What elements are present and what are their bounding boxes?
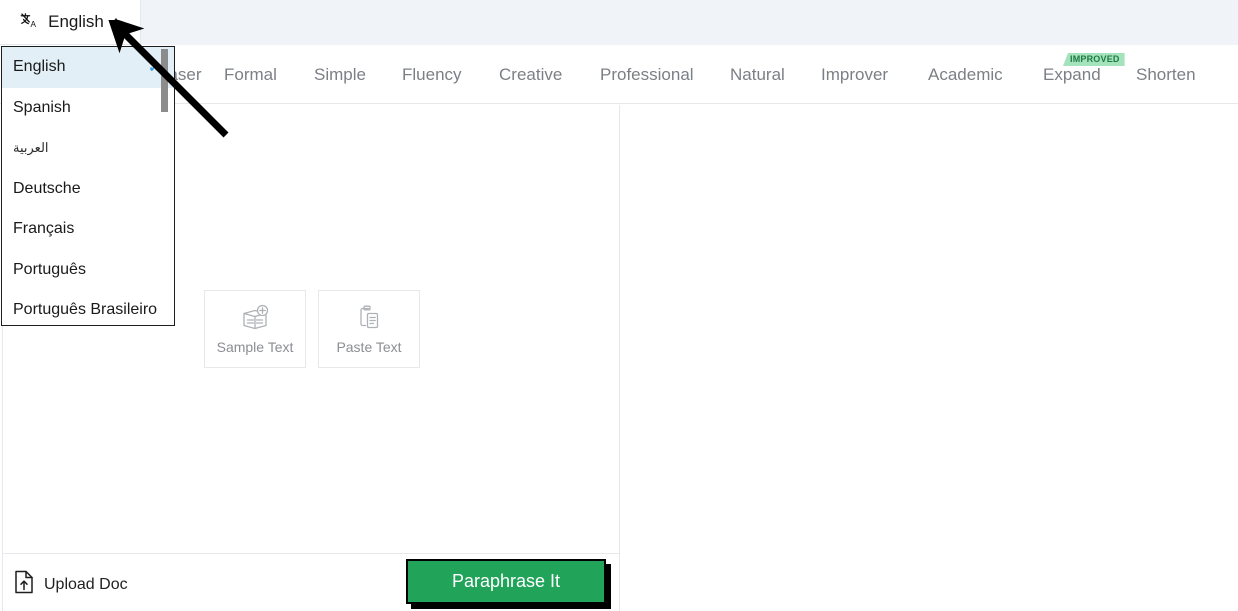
language-selector-label: English xyxy=(48,12,104,31)
clipboard-paste-icon xyxy=(355,304,383,332)
workspace: Sample Text Paste Text Upload Doc Paraph… xyxy=(2,105,1238,611)
language-option-deutsche[interactable]: Deutsche xyxy=(2,169,174,210)
language-dropdown[interactable]: English ✓ Spanish العربية Deutsche Franç… xyxy=(1,46,175,326)
tab-natural[interactable]: Natural xyxy=(730,45,785,104)
tab-improver[interactable]: Improver xyxy=(821,45,888,104)
language-option-label: العربية xyxy=(13,140,49,155)
output-pane[interactable] xyxy=(620,105,1238,611)
tab-simple[interactable]: Simple xyxy=(314,45,366,104)
editor-bottom-bar: Upload Doc Paraphrase It xyxy=(3,553,621,611)
upload-doc-button[interactable]: Upload Doc xyxy=(13,570,128,599)
language-option-arabic[interactable]: العربية xyxy=(2,128,174,169)
tab-academic[interactable]: Academic xyxy=(928,45,1003,104)
improved-badge: IMPROVED xyxy=(1063,53,1125,66)
language-option-spanish[interactable]: Spanish xyxy=(2,88,174,129)
check-icon: ✓ xyxy=(148,59,160,75)
svg-text:A: A xyxy=(31,20,37,29)
file-upload-icon xyxy=(13,570,35,599)
language-option-label: Français xyxy=(13,220,75,237)
tab-formal[interactable]: Formal xyxy=(224,45,277,104)
language-option-english[interactable]: English ✓ xyxy=(2,47,174,88)
language-option-label: Spanish xyxy=(13,98,71,116)
paste-text-button[interactable]: Paste Text xyxy=(318,290,420,368)
paste-text-label: Paste Text xyxy=(336,338,402,355)
language-option-portugues-brasileiro[interactable]: Português Brasileiro xyxy=(2,290,174,325)
language-option-label: English xyxy=(13,58,66,75)
upload-doc-label: Upload Doc xyxy=(44,575,128,593)
language-option-portugues[interactable]: Português xyxy=(2,250,174,291)
paraphrase-it-button[interactable]: Paraphrase It xyxy=(406,559,606,604)
language-option-label: Deutsche xyxy=(13,179,81,197)
language-option-label: Português Brasileiro xyxy=(13,301,158,318)
sample-text-label: Sample Text xyxy=(216,338,294,355)
translate-icon: A xyxy=(19,11,41,33)
tab-creative[interactable]: Creative xyxy=(499,45,562,104)
language-selector-button[interactable]: A English xyxy=(0,0,141,45)
sample-text-button[interactable]: Sample Text xyxy=(204,290,306,368)
language-option-label: Português xyxy=(13,260,86,278)
top-bar xyxy=(0,0,1238,45)
caret-up-icon xyxy=(110,18,121,24)
tab-professional[interactable]: Professional xyxy=(600,45,694,104)
tab-fluency[interactable]: Fluency xyxy=(402,45,462,104)
language-option-francais[interactable]: Français xyxy=(2,209,174,250)
dropdown-scrollbar[interactable] xyxy=(161,49,168,112)
mode-tab-bar: Paraphraser Formal Simple Fluency Creati… xyxy=(0,45,1238,104)
tab-shorten[interactable]: Shorten xyxy=(1136,45,1196,104)
book-add-icon xyxy=(240,304,270,332)
